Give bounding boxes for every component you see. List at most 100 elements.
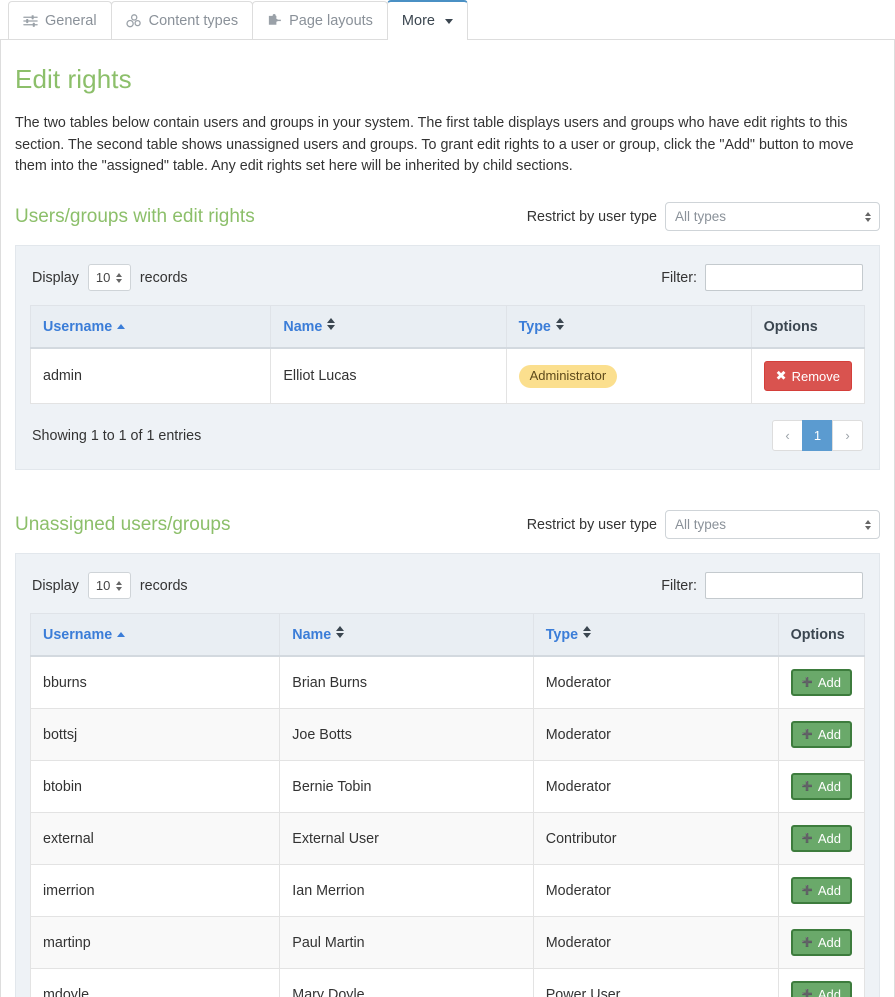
assigned-filter-control: Filter:: [661, 264, 863, 292]
table-row: bburns Brian Burns Moderator ➕ Add: [29, 655, 866, 710]
unassigned-restrict-control: Restrict by user type All types: [527, 510, 880, 540]
unassigned-col-name[interactable]: Name: [279, 613, 534, 658]
unassigned-cell-username: imerrion: [29, 864, 281, 918]
unassigned-cell-name: Bernie Tobin: [279, 760, 534, 814]
unassigned-page-length-select[interactable]: 10: [87, 572, 131, 600]
unassigned-cell-username: external: [29, 812, 281, 866]
add-button[interactable]: ➕ Add: [790, 825, 852, 853]
unassigned-col-type[interactable]: Type: [532, 613, 779, 658]
unassigned-section-header: Unassigned users/groups Restrict by user…: [15, 510, 880, 540]
unassigned-col-username-label: Username: [43, 626, 113, 643]
table-row: admin Elliot Lucas Administrator ✖ Remov…: [29, 347, 866, 405]
puzzle-piece-icon: [267, 13, 282, 28]
assigned-col-username[interactable]: Username: [29, 305, 272, 350]
assigned-filter-label: Filter:: [661, 269, 697, 286]
sort-ascending-icon: [117, 323, 126, 329]
times-icon: ✖: [775, 368, 787, 384]
remove-button[interactable]: ✖ Remove: [763, 361, 852, 392]
sliders-icon: [23, 14, 38, 28]
unassigned-cell-type: Contributor: [532, 812, 779, 866]
unassigned-cell-name: Ian Merrion: [279, 864, 534, 918]
assigned-user-type-value: All types: [675, 209, 727, 225]
assigned-user-type-select[interactable]: All types: [665, 202, 880, 232]
unassigned-display-label: Display: [32, 577, 79, 594]
sort-both-icon: [555, 318, 564, 331]
tab-page-layouts-label: Page layouts: [289, 12, 373, 29]
assigned-col-options-label: Options: [763, 318, 818, 335]
assigned-table-body: admin Elliot Lucas Administrator ✖ Remov…: [29, 347, 866, 405]
remove-button-label: Remove: [791, 368, 840, 384]
sort-ascending-icon: [117, 631, 126, 637]
assigned-section-header: Users/groups with edit rights Restrict b…: [15, 202, 880, 232]
unassigned-cell-type: Power User: [532, 968, 779, 997]
chevron-down-icon: [444, 18, 453, 24]
pagination-page-1[interactable]: 1: [802, 420, 833, 452]
unassigned-cell-options: ➕ Add: [777, 812, 866, 866]
plus-icon: ➕: [801, 729, 813, 740]
add-button[interactable]: ➕ Add: [790, 773, 852, 801]
add-button-label: Add: [817, 883, 841, 899]
add-button-label: Add: [817, 987, 841, 997]
assigned-filter-input[interactable]: [705, 264, 863, 292]
pagination-previous[interactable]: ‹: [772, 420, 803, 452]
unassigned-filter-control: Filter:: [661, 572, 863, 600]
add-button-label: Add: [817, 727, 841, 743]
assigned-showing-info: Showing 1 to 1 of 1 entries: [32, 427, 202, 444]
plus-icon: ➕: [801, 833, 813, 844]
assigned-col-type-label: Type: [518, 319, 551, 336]
unassigned-user-type-select[interactable]: All types: [665, 510, 880, 540]
tab-content-types[interactable]: Content types: [110, 1, 254, 39]
unassigned-user-type-value: All types: [675, 517, 727, 533]
unassigned-cell-type: Moderator: [532, 655, 779, 710]
assigned-cell-type: Administrator: [505, 347, 752, 405]
add-button[interactable]: ➕ Add: [790, 877, 852, 905]
table-row: btobin Bernie Tobin Moderator ➕ Add: [29, 760, 866, 814]
plus-icon: ➕: [801, 677, 813, 688]
plus-icon: ➕: [801, 937, 813, 948]
assigned-pagination: ‹ 1 ›: [772, 420, 863, 452]
unassigned-cell-options: ➕ Add: [777, 916, 866, 970]
main-tab-bar: General Content types Page layouts More: [0, 0, 895, 40]
assigned-section-title: Users/groups with edit rights: [15, 205, 255, 227]
assigned-table-controls: Display 10 records Filter:: [30, 260, 865, 305]
cubes-icon: [125, 13, 142, 28]
unassigned-cell-name: Mary Doyle: [279, 968, 534, 997]
unassigned-table-panel: Display 10 records Filter: Username Name…: [15, 553, 880, 997]
sort-both-icon: [336, 626, 345, 639]
assigned-col-type[interactable]: Type: [505, 305, 752, 350]
unassigned-cell-username: martinp: [29, 916, 281, 970]
add-button[interactable]: ➕ Add: [790, 981, 852, 997]
table-header-row: Username Name Type Options: [29, 305, 866, 350]
assigned-table-footer: Showing 1 to 1 of 1 entries ‹ 1 ›: [30, 404, 865, 469]
assigned-page-length-select[interactable]: 10: [87, 264, 131, 292]
unassigned-col-type-label: Type: [545, 627, 579, 644]
plus-icon: ➕: [801, 885, 813, 896]
unassigned-filter-label: Filter:: [661, 577, 697, 594]
assigned-col-options: Options: [750, 305, 866, 350]
unassigned-cell-name: External User: [279, 812, 534, 866]
tab-more[interactable]: More: [386, 0, 468, 40]
unassigned-cell-username: btobin: [29, 760, 281, 814]
assigned-records-label: records: [139, 269, 188, 286]
unassigned-table-head: Username Name Type Options: [29, 613, 866, 658]
add-button[interactable]: ➕ Add: [790, 721, 852, 749]
sort-both-icon: [583, 626, 592, 639]
assigned-col-name[interactable]: Name: [270, 305, 507, 350]
table-row: external External User Contributor ➕ Add: [29, 812, 866, 866]
select-spinner-icon: [865, 211, 871, 222]
add-button-label: Add: [817, 831, 841, 847]
assigned-col-name-label: Name: [283, 319, 323, 336]
add-button-label: Add: [817, 779, 841, 795]
table-row: mdoyle Mary Doyle Power User ➕ Add: [29, 968, 866, 997]
tab-page-layouts[interactable]: Page layouts: [252, 1, 388, 39]
unassigned-col-username[interactable]: Username: [29, 613, 281, 658]
unassigned-col-options-label: Options: [790, 626, 845, 643]
tab-general[interactable]: General: [8, 1, 112, 39]
pagination-next[interactable]: ›: [832, 420, 863, 452]
assigned-page-length-value: 10: [95, 270, 111, 286]
tab-more-label: More: [401, 13, 435, 29]
add-button[interactable]: ➕ Add: [790, 669, 852, 697]
unassigned-display-control: Display 10 records: [32, 572, 188, 600]
add-button[interactable]: ➕ Add: [790, 929, 852, 957]
unassigned-filter-input[interactable]: [705, 572, 863, 600]
